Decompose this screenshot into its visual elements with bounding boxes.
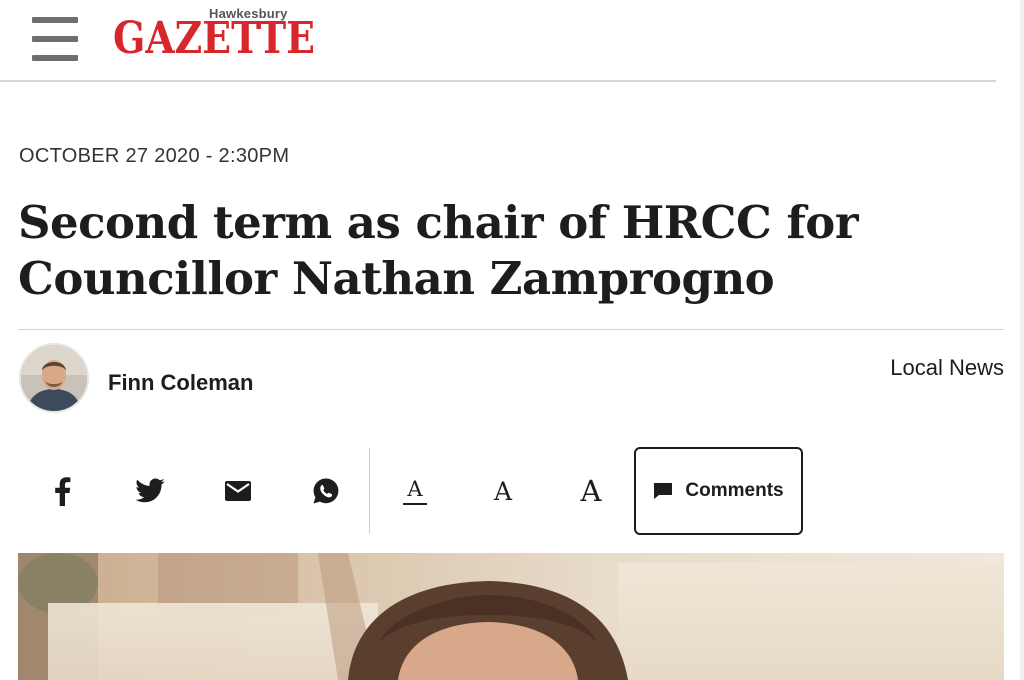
- site-header: Hawkesbury GAZETTE: [0, 0, 1024, 82]
- whatsapp-icon: [313, 478, 339, 504]
- author-photo: [21, 345, 87, 411]
- font-size-medium-button[interactable]: A: [463, 446, 543, 536]
- hamburger-menu-icon[interactable]: [32, 17, 78, 61]
- email-icon: [225, 481, 251, 501]
- font-size-medium-label: A: [493, 476, 513, 506]
- article-photo: [18, 553, 1004, 680]
- header-divider: [0, 80, 996, 82]
- meta-divider: [18, 329, 1004, 330]
- facebook-icon: [55, 477, 71, 506]
- font-size-small-button[interactable]: A: [375, 446, 455, 536]
- headline-line: Councillor Nathan Zamprogno: [18, 252, 775, 305]
- comment-bubble-icon: [654, 483, 673, 499]
- article-dateline: OCTOBER 27 2020 - 2:30PM: [19, 145, 290, 167]
- email-share-button[interactable]: [194, 446, 282, 536]
- menu-line: [32, 17, 78, 23]
- article-hero-image[interactable]: [18, 553, 1004, 680]
- headline-line: Second term as chair of HRCC for: [18, 196, 859, 249]
- scroll-edge: [1020, 0, 1024, 680]
- menu-line: [32, 55, 78, 61]
- comments-button[interactable]: Comments: [634, 447, 803, 535]
- author-name[interactable]: Finn Coleman: [108, 370, 253, 396]
- twitter-share-button[interactable]: [106, 446, 194, 536]
- twitter-icon: [135, 478, 165, 503]
- menu-line: [32, 36, 78, 42]
- toolbar-divider: [369, 448, 370, 534]
- font-size-large-label: A: [580, 474, 602, 508]
- font-size-large-button[interactable]: A: [551, 446, 631, 536]
- whatsapp-share-button[interactable]: [282, 446, 370, 536]
- facebook-share-button[interactable]: [18, 446, 106, 536]
- comments-label: Comments: [685, 480, 784, 501]
- logo-title: GAZETTE: [113, 13, 315, 64]
- section-link[interactable]: Local News: [890, 355, 1004, 381]
- site-logo[interactable]: Hawkesbury GAZETTE: [113, 6, 375, 66]
- font-size-small-label: A: [403, 477, 427, 505]
- article-toolbar: A A A Comments: [0, 446, 1024, 536]
- article-headline: Second term as chair of HRCC for Council…: [18, 195, 998, 307]
- author-avatar[interactable]: [19, 343, 89, 413]
